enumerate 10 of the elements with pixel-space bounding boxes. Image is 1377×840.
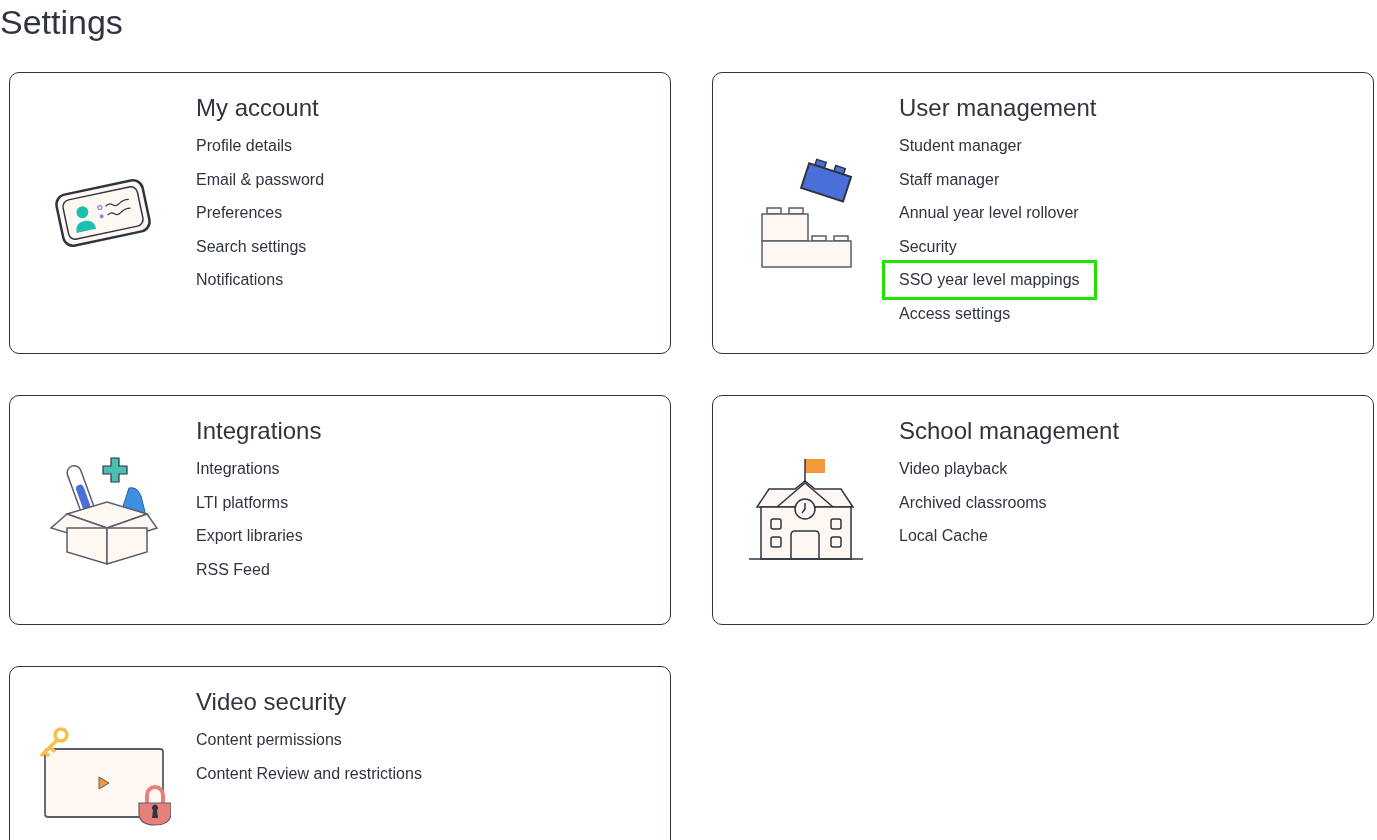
open-box-icon xyxy=(47,454,159,566)
card-title: Integrations xyxy=(196,416,322,446)
card-title: School management xyxy=(899,416,1120,446)
school-building-icon xyxy=(747,457,865,563)
page-title: Settings xyxy=(0,2,124,42)
card-title: User management xyxy=(899,93,1097,123)
card-title: My account xyxy=(196,93,319,123)
card-title: Video security xyxy=(196,687,347,717)
settings-link[interactable]: SSO year level mappings xyxy=(882,260,1097,300)
building-blocks-icon xyxy=(758,158,854,268)
